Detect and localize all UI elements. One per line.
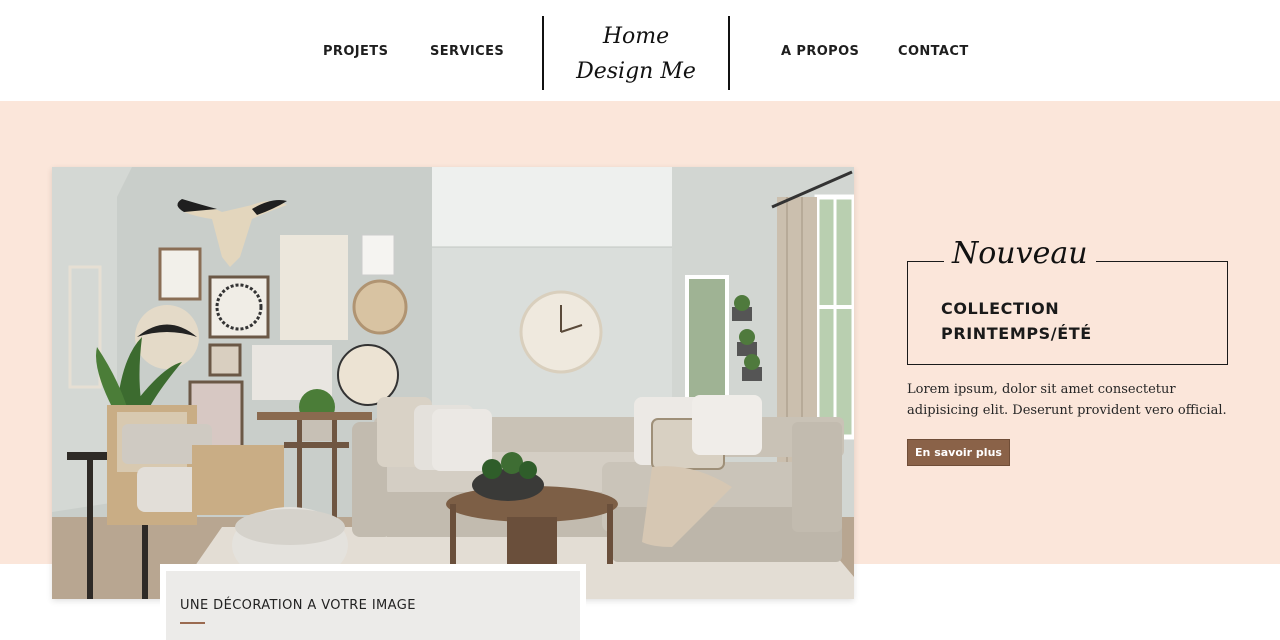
nav-link-a-propos[interactable]: A PROPOS [781, 44, 859, 59]
caption-title: UNE DÉCORATION A VOTRE IMAGE [180, 598, 416, 613]
living-room-photo [52, 167, 854, 599]
nouveau-label: Nouveau [944, 232, 1096, 276]
collection-title-line-1: COLLECTION [941, 299, 1060, 318]
en-savoir-plus-button[interactable]: En savoir plus [907, 439, 1010, 466]
logo-divider-right [728, 16, 730, 90]
caption-panel: UNE DÉCORATION A VOTRE IMAGE [166, 571, 580, 640]
collection-title: COLLECTION PRINTEMPS/ÉTÉ [941, 296, 1201, 346]
nav-link-contact[interactable]: CONTACT [898, 44, 969, 59]
site-logo[interactable]: Home Design Me [545, 14, 727, 94]
logo-line-design-me: Design Me [576, 59, 696, 84]
logo-divider-left [542, 16, 544, 90]
site-header: PROJETS SERVICES Home Design Me A PROPOS… [0, 0, 1280, 101]
hero-description: Lorem ipsum, dolor sit amet consectetur … [907, 382, 1227, 418]
logo-line-home: Home [602, 24, 670, 49]
collection-title-line-2: PRINTEMPS/ÉTÉ [941, 324, 1092, 343]
nav-link-projets[interactable]: PROJETS [323, 44, 388, 59]
nav-link-services[interactable]: SERVICES [430, 44, 504, 59]
caption-card: UNE DÉCORATION A VOTRE IMAGE [160, 564, 586, 640]
caption-accent-line [180, 622, 205, 624]
